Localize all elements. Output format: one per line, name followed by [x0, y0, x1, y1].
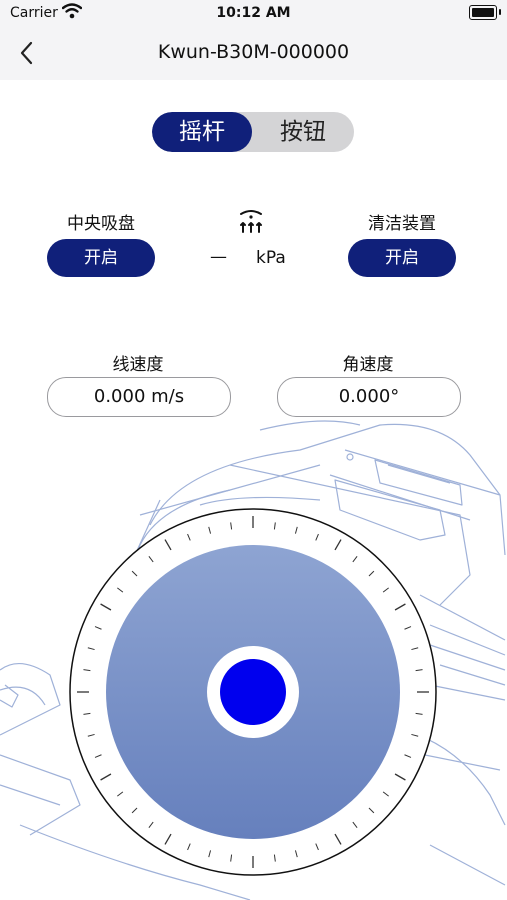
battery-icon — [469, 5, 501, 20]
page-title: Kwun-B30M-000000 — [157, 41, 350, 63]
suction-label: 中央吸盘 — [67, 214, 135, 234]
tab-joystick[interactable]: 摇杆 — [152, 112, 252, 152]
angular-speed-readout: 0.000° — [277, 377, 461, 417]
pressure-value: — — [210, 247, 227, 267]
suction-toggle-button[interactable]: 开启 — [47, 239, 155, 277]
status-time: 10:12 AM — [216, 5, 291, 21]
tab-buttons[interactable]: 按钮 — [252, 112, 354, 152]
nav-bar: Kwun-B30M-000000 — [0, 28, 507, 80]
cleaning-label: 清洁装置 — [368, 214, 436, 234]
joystick-knob[interactable] — [220, 659, 286, 725]
pressure-unit: kPa — [256, 248, 286, 268]
joystick[interactable] — [69, 508, 437, 876]
angular-speed-label: 角速度 — [342, 355, 394, 375]
linear-speed-label: 线速度 — [112, 355, 164, 375]
pressure-icon — [240, 210, 262, 233]
cleaning-toggle-button[interactable]: 开启 — [348, 239, 456, 277]
status-bar: Carrier 10:12 AM — [0, 0, 507, 28]
mode-switch: 摇杆 按钮 — [152, 112, 354, 152]
linear-speed-readout: 0.000 m/s — [47, 377, 231, 417]
